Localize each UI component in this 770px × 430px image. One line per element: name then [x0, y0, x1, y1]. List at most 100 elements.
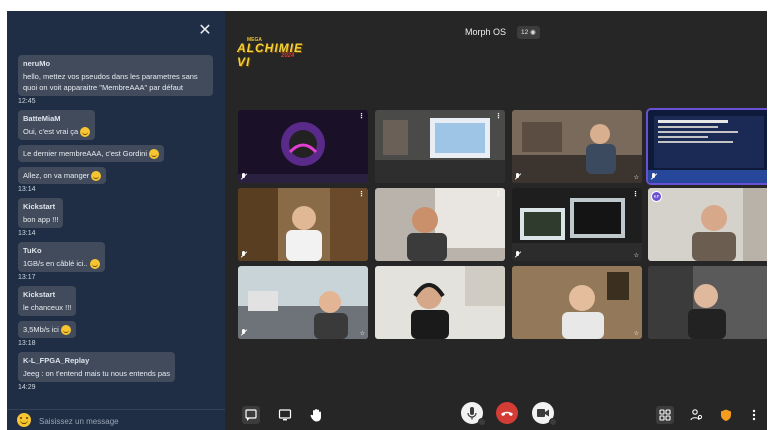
chat-message: K-L_FPGA_Replay Jeeg : on t'entend mais t… [18, 352, 175, 383]
hangup-icon[interactable] [496, 402, 518, 424]
chat-message-list[interactable]: neruMo hello, mettez vos pseudos dans les… [7, 55, 225, 395]
chat-message-body: 1GB/s en câblé ici.. [23, 259, 88, 269]
chat-message-body: bon app !!! [23, 215, 59, 225]
tile-menu-icon[interactable]: ⋮ [358, 190, 365, 198]
video-tile[interactable]: ⋮ [238, 188, 368, 261]
participant-video [512, 188, 642, 261]
participant-video [512, 110, 642, 183]
screen-share-icon[interactable] [276, 406, 294, 424]
star-icon: ☆ [633, 331, 639, 337]
mic-muted-icon [241, 173, 247, 180]
smiley-emoji-icon [60, 325, 71, 336]
star-icon: ☆ [359, 331, 365, 337]
chat-message: BatteMiaM Oui, c'est vrai ça [18, 110, 96, 141]
tile-menu-icon[interactable]: ⋮ [632, 190, 639, 198]
video-stage: MEGA ALCHIMIE VI 2024 Morph OS 12 ◉ ⋮⋮☆☆… [225, 11, 767, 430]
chat-sender-name: K-L_FPGA_Replay [23, 356, 90, 366]
chat-panel: ✕ neruMo hello, mettez vos pseudos dans l… [7, 11, 225, 430]
chat-message-body: 3,5Mb/s ici [23, 325, 59, 335]
security-shield-icon[interactable] [717, 406, 735, 424]
avatar: KF [651, 191, 662, 202]
meeting-app: ✕ neruMo hello, mettez vos pseudos dans l… [7, 11, 767, 430]
participants-badge-icon: ◉ [530, 29, 536, 36]
chat-sender-name: BatteMiaM [23, 114, 61, 123]
mic-muted-icon [241, 329, 247, 336]
participant-video [238, 188, 368, 261]
video-tile[interactable]: ☆ [646, 108, 767, 185]
chat-message-body: le chanceux !!! [23, 303, 72, 313]
participant-video [648, 110, 767, 183]
mic-muted-icon [515, 173, 521, 180]
logo-main-text: ALCHIMIE VI [237, 41, 303, 69]
participant-video [375, 188, 505, 261]
smiley-emoji-icon [91, 171, 102, 182]
participant-count-badge[interactable]: 12 ◉ [517, 26, 540, 39]
camera-options-icon[interactable] [549, 418, 557, 426]
camera-icon[interactable] [532, 402, 557, 426]
mic-muted-icon [651, 173, 657, 180]
chat-message-text: Oui, c'est vrai ça [23, 126, 91, 138]
smiley-emoji-icon [89, 259, 100, 270]
chat-sender-name: TuKo [23, 246, 42, 256]
chat-message: Kickstart bon app !!! [18, 198, 64, 229]
tile-view-icon[interactable] [656, 406, 674, 424]
chat-message-group: Kickstart le chanceux !!! 3,5Mb/s ici 13:18 [18, 286, 225, 348]
chat-sender-name: neruMo [23, 59, 51, 68]
chat-message-group: neruMo hello, mettez vos pseudos dans les… [18, 55, 225, 106]
toolbar [225, 396, 767, 430]
emoji-picker-button[interactable] [17, 413, 31, 427]
chat-message: neruMo hello, mettez vos pseudos dans les… [18, 55, 213, 96]
video-tile[interactable]: ☆ ⋮ [512, 188, 642, 261]
tile-menu-icon[interactable]: ⋮ [495, 112, 502, 120]
chat-input-row [7, 409, 225, 430]
chat-message-group: Kickstart bon app !!! 13:14 [18, 198, 225, 238]
video-tile[interactable] [375, 266, 505, 339]
chat-message-body: Allez, on va manger [23, 171, 90, 181]
chat-message-body: Jeeg : on t'entend mais tu nous entends … [23, 369, 170, 379]
video-tile[interactable]: ☆ [238, 266, 368, 339]
mic-muted-icon [241, 251, 247, 258]
chat-message: TuKo 1GB/s en câblé ici.. [18, 242, 105, 273]
video-tile[interactable]: ☆ [512, 110, 642, 183]
raise-hand-icon[interactable] [307, 406, 325, 424]
mic-muted-icon [515, 251, 521, 258]
video-tile[interactable]: ⋮ [238, 110, 368, 183]
participant-video [375, 266, 505, 339]
smiley-emoji-icon [80, 127, 91, 138]
close-icon[interactable]: ✕ [197, 23, 213, 39]
participant-video [648, 266, 767, 339]
participant-video [375, 110, 505, 183]
participant-video [512, 266, 642, 339]
chat-message: Allez, on va manger [18, 167, 107, 185]
event-logo: MEGA ALCHIMIE VI 2024 [237, 37, 315, 69]
logo-sub-text: 2024 [281, 53, 295, 59]
video-tile[interactable]: ⋮ [375, 110, 505, 183]
chat-message-input[interactable] [39, 414, 219, 428]
chat-sender-name: Kickstart [23, 202, 56, 212]
star-icon: ☆ [633, 175, 639, 181]
chat-message-text: 3,5Mb/s ici [23, 324, 71, 336]
video-tile[interactable]: KF [648, 188, 767, 261]
participants-icon[interactable] [687, 406, 705, 424]
chat-message-text: Jeeg : on t'entend mais tu nous entends … [23, 368, 170, 379]
tile-menu-icon[interactable]: ⋮ [358, 112, 365, 120]
room-name: Morph OS [465, 27, 507, 37]
participant-video [238, 110, 368, 183]
tile-menu-icon[interactable]: ⋮ [495, 190, 502, 198]
participant-video [648, 188, 767, 261]
chat-message-group: BatteMiaM Oui, c'est vrai ça Le dernier me… [18, 110, 225, 194]
participant-video [238, 266, 368, 339]
chat-message-text: le chanceux !!! [23, 302, 71, 313]
microphone-options-icon[interactable] [478, 418, 486, 426]
chat-message: Le dernier membreAAA, c'est Gordini [18, 145, 164, 163]
chat-message: Kickstart le chanceux !!! [18, 286, 77, 317]
chat-icon[interactable] [242, 406, 260, 424]
video-tile[interactable] [648, 266, 767, 339]
microphone-icon[interactable] [461, 402, 486, 426]
video-tile[interactable]: ⋮ [375, 188, 505, 261]
more-icon[interactable] [745, 406, 763, 424]
chat-message-text: Allez, on va manger [23, 170, 102, 182]
video-tile[interactable]: ☆ [512, 266, 642, 339]
chat-message-body: hello, mettez vos pseudos dans les param… [23, 72, 198, 92]
star-icon: ☆ [633, 253, 639, 259]
